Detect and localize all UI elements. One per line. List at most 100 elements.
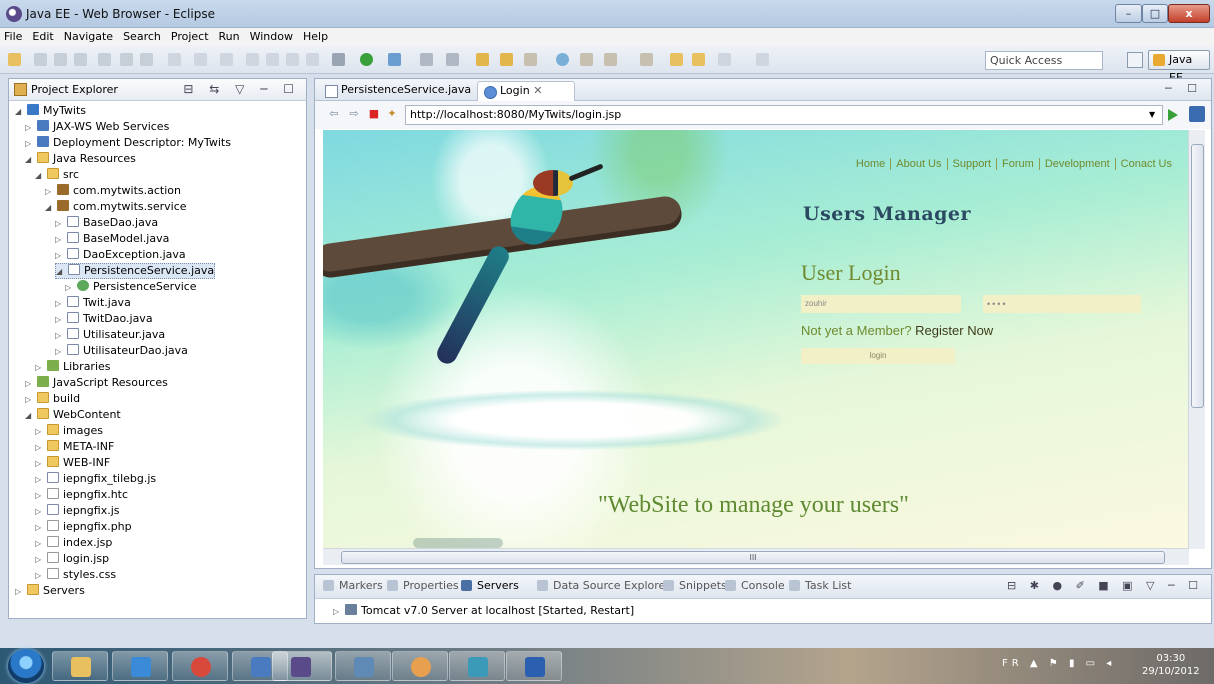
step-icon[interactable] [306,53,319,66]
tree-item[interactable]: ▷ META-INF [35,439,114,455]
tab-snippets[interactable]: Snippets [663,579,727,592]
expand-icon[interactable]: ▷ [25,392,35,408]
expand-icon[interactable]: ▷ [55,248,65,264]
expand-icon[interactable]: ▷ [55,232,65,248]
explorer-task-button[interactable] [52,651,108,681]
forward-icon[interactable] [718,53,731,66]
tab-login[interactable]: Login ✕ [477,81,575,101]
tree-item[interactable]: ▷ images [35,423,103,439]
username-input[interactable]: zouhir [801,295,961,313]
wand-icon[interactable] [98,53,111,66]
tree-item[interactable]: ▷ PersistenceService [65,279,197,295]
next-annotation-icon[interactable] [640,53,653,66]
menu-window[interactable]: Window [245,28,298,46]
nav-development-link[interactable]: Development [1039,158,1116,170]
menu-help[interactable]: Help [298,28,333,46]
save-all-icon[interactable] [54,53,67,66]
vertical-scrollbar[interactable] [1188,130,1205,549]
new-icon[interactable] [8,53,21,66]
expand-icon[interactable]: ▷ [35,424,45,440]
run-icon[interactable] [360,53,373,66]
expand-icon[interactable]: ▷ [35,488,45,504]
expand-icon[interactable]: ▷ [35,360,45,376]
expand-icon[interactable]: ▷ [35,552,45,568]
tray-arrow-icon[interactable]: ▲ [1030,658,1042,669]
expand-icon[interactable]: ▷ [25,120,35,136]
nav-support-link[interactable]: Support [947,158,998,170]
tree-item[interactable]: ▷ BaseDao.java [55,215,158,231]
tree-item[interactable]: ▷ index.jsp [35,535,112,551]
expand-icon[interactable]: ▷ [55,312,65,328]
tree-item[interactable]: ◢ WebContent [25,407,121,423]
tab-markers[interactable]: Markers [323,579,383,592]
tab-servers[interactable]: Servers [461,579,519,592]
nav-back-icon[interactable] [168,53,181,66]
tree-item[interactable]: ▷ TwitDao.java [55,311,153,327]
expand-icon[interactable]: ▷ [55,344,65,360]
save-icon[interactable] [34,53,47,66]
go-icon[interactable] [1168,109,1178,121]
tree-item[interactable]: ▷ JavaScript Resources [25,375,168,391]
open-resource-icon[interactable] [500,53,513,66]
action-center-icon[interactable]: ⚑ [1049,658,1062,669]
url-dropdown-icon[interactable]: ▼ [1149,105,1163,125]
tree-item[interactable]: ▷ iepngfix_tilebg.js [35,471,156,487]
expand-icon[interactable]: ▷ [35,536,45,552]
print-icon[interactable] [74,53,87,66]
menu-project[interactable]: Project [166,28,214,46]
remote-desktop-task-button[interactable] [335,651,391,681]
paint-task-button[interactable] [392,651,448,681]
pen-icon[interactable] [524,53,537,66]
last-edit-icon[interactable] [670,53,683,66]
tree-item[interactable]: ◢ src [35,167,79,183]
expand-icon[interactable]: ▷ [25,376,35,392]
menu-run[interactable]: Run [214,28,245,46]
maximize-button[interactable]: □ [1142,4,1168,23]
external-tools-icon[interactable] [420,53,433,66]
tab-console[interactable]: Console [725,579,785,592]
new-server-icon[interactable] [446,53,459,66]
resume-icon[interactable] [246,53,259,66]
back-arrow-icon[interactable]: ⇦ [327,107,341,121]
open-perspective-icon[interactable] [1127,52,1143,68]
minimize-button[interactable]: – [1115,4,1142,23]
collapse-icon[interactable]: ◢ [15,104,25,120]
search-icon[interactable] [580,53,593,66]
editor-window-controls[interactable]: ─ ☐ [1165,82,1203,95]
expand-icon[interactable]: ▷ [55,296,65,312]
tree-item[interactable]: ◢ MyTwits [15,103,86,119]
tab-data-source-explorer[interactable]: Data Source Explorer [537,579,670,592]
server-entry[interactable]: ▷ Tomcat v7.0 Server at localhost [Starte… [333,603,634,620]
menu-search[interactable]: Search [118,28,166,46]
word-task-button[interactable] [506,651,562,681]
refresh-icon[interactable]: ✦ [385,107,399,121]
tree-item[interactable]: ▷ Servers [15,583,85,599]
collapse-icon[interactable]: ◢ [25,408,35,424]
expand-icon[interactable]: ▷ [333,604,343,620]
tree-item[interactable]: ▷ Deployment Descriptor: MyTwits [25,135,231,151]
login-button[interactable]: login [801,348,955,364]
tab-task-list[interactable]: Task List [789,579,851,592]
register-link[interactable]: Register Now [915,323,993,338]
profile-icon[interactable] [388,53,401,66]
tree-item[interactable]: ▷ WEB-INF [35,455,110,471]
expand-icon[interactable]: ▷ [55,216,65,232]
undo-icon[interactable] [194,53,207,66]
tree-item[interactable]: ▷ login.jsp [35,551,109,567]
collapse-icon[interactable]: ◢ [56,265,66,279]
collapse-icon[interactable]: ◢ [25,152,35,168]
menu-file[interactable]: File [0,28,27,46]
expand-icon[interactable]: ▷ [35,472,45,488]
tab-properties[interactable]: Properties [387,579,459,592]
expand-icon[interactable]: ▷ [45,184,55,200]
tree-item[interactable]: ▷ JAX-WS Web Services [25,119,169,135]
suspend-icon[interactable] [266,53,279,66]
tree-item[interactable]: ▷ build [25,391,80,407]
media-player-task-button[interactable] [449,651,505,681]
debug-icon[interactable] [332,53,345,66]
expand-icon[interactable]: ▷ [55,328,65,344]
chrome-task-button[interactable] [172,651,228,681]
expand-icon[interactable]: ▷ [35,520,45,536]
collapse-icon[interactable]: ◢ [45,200,55,216]
annotation-icon[interactable] [604,53,617,66]
